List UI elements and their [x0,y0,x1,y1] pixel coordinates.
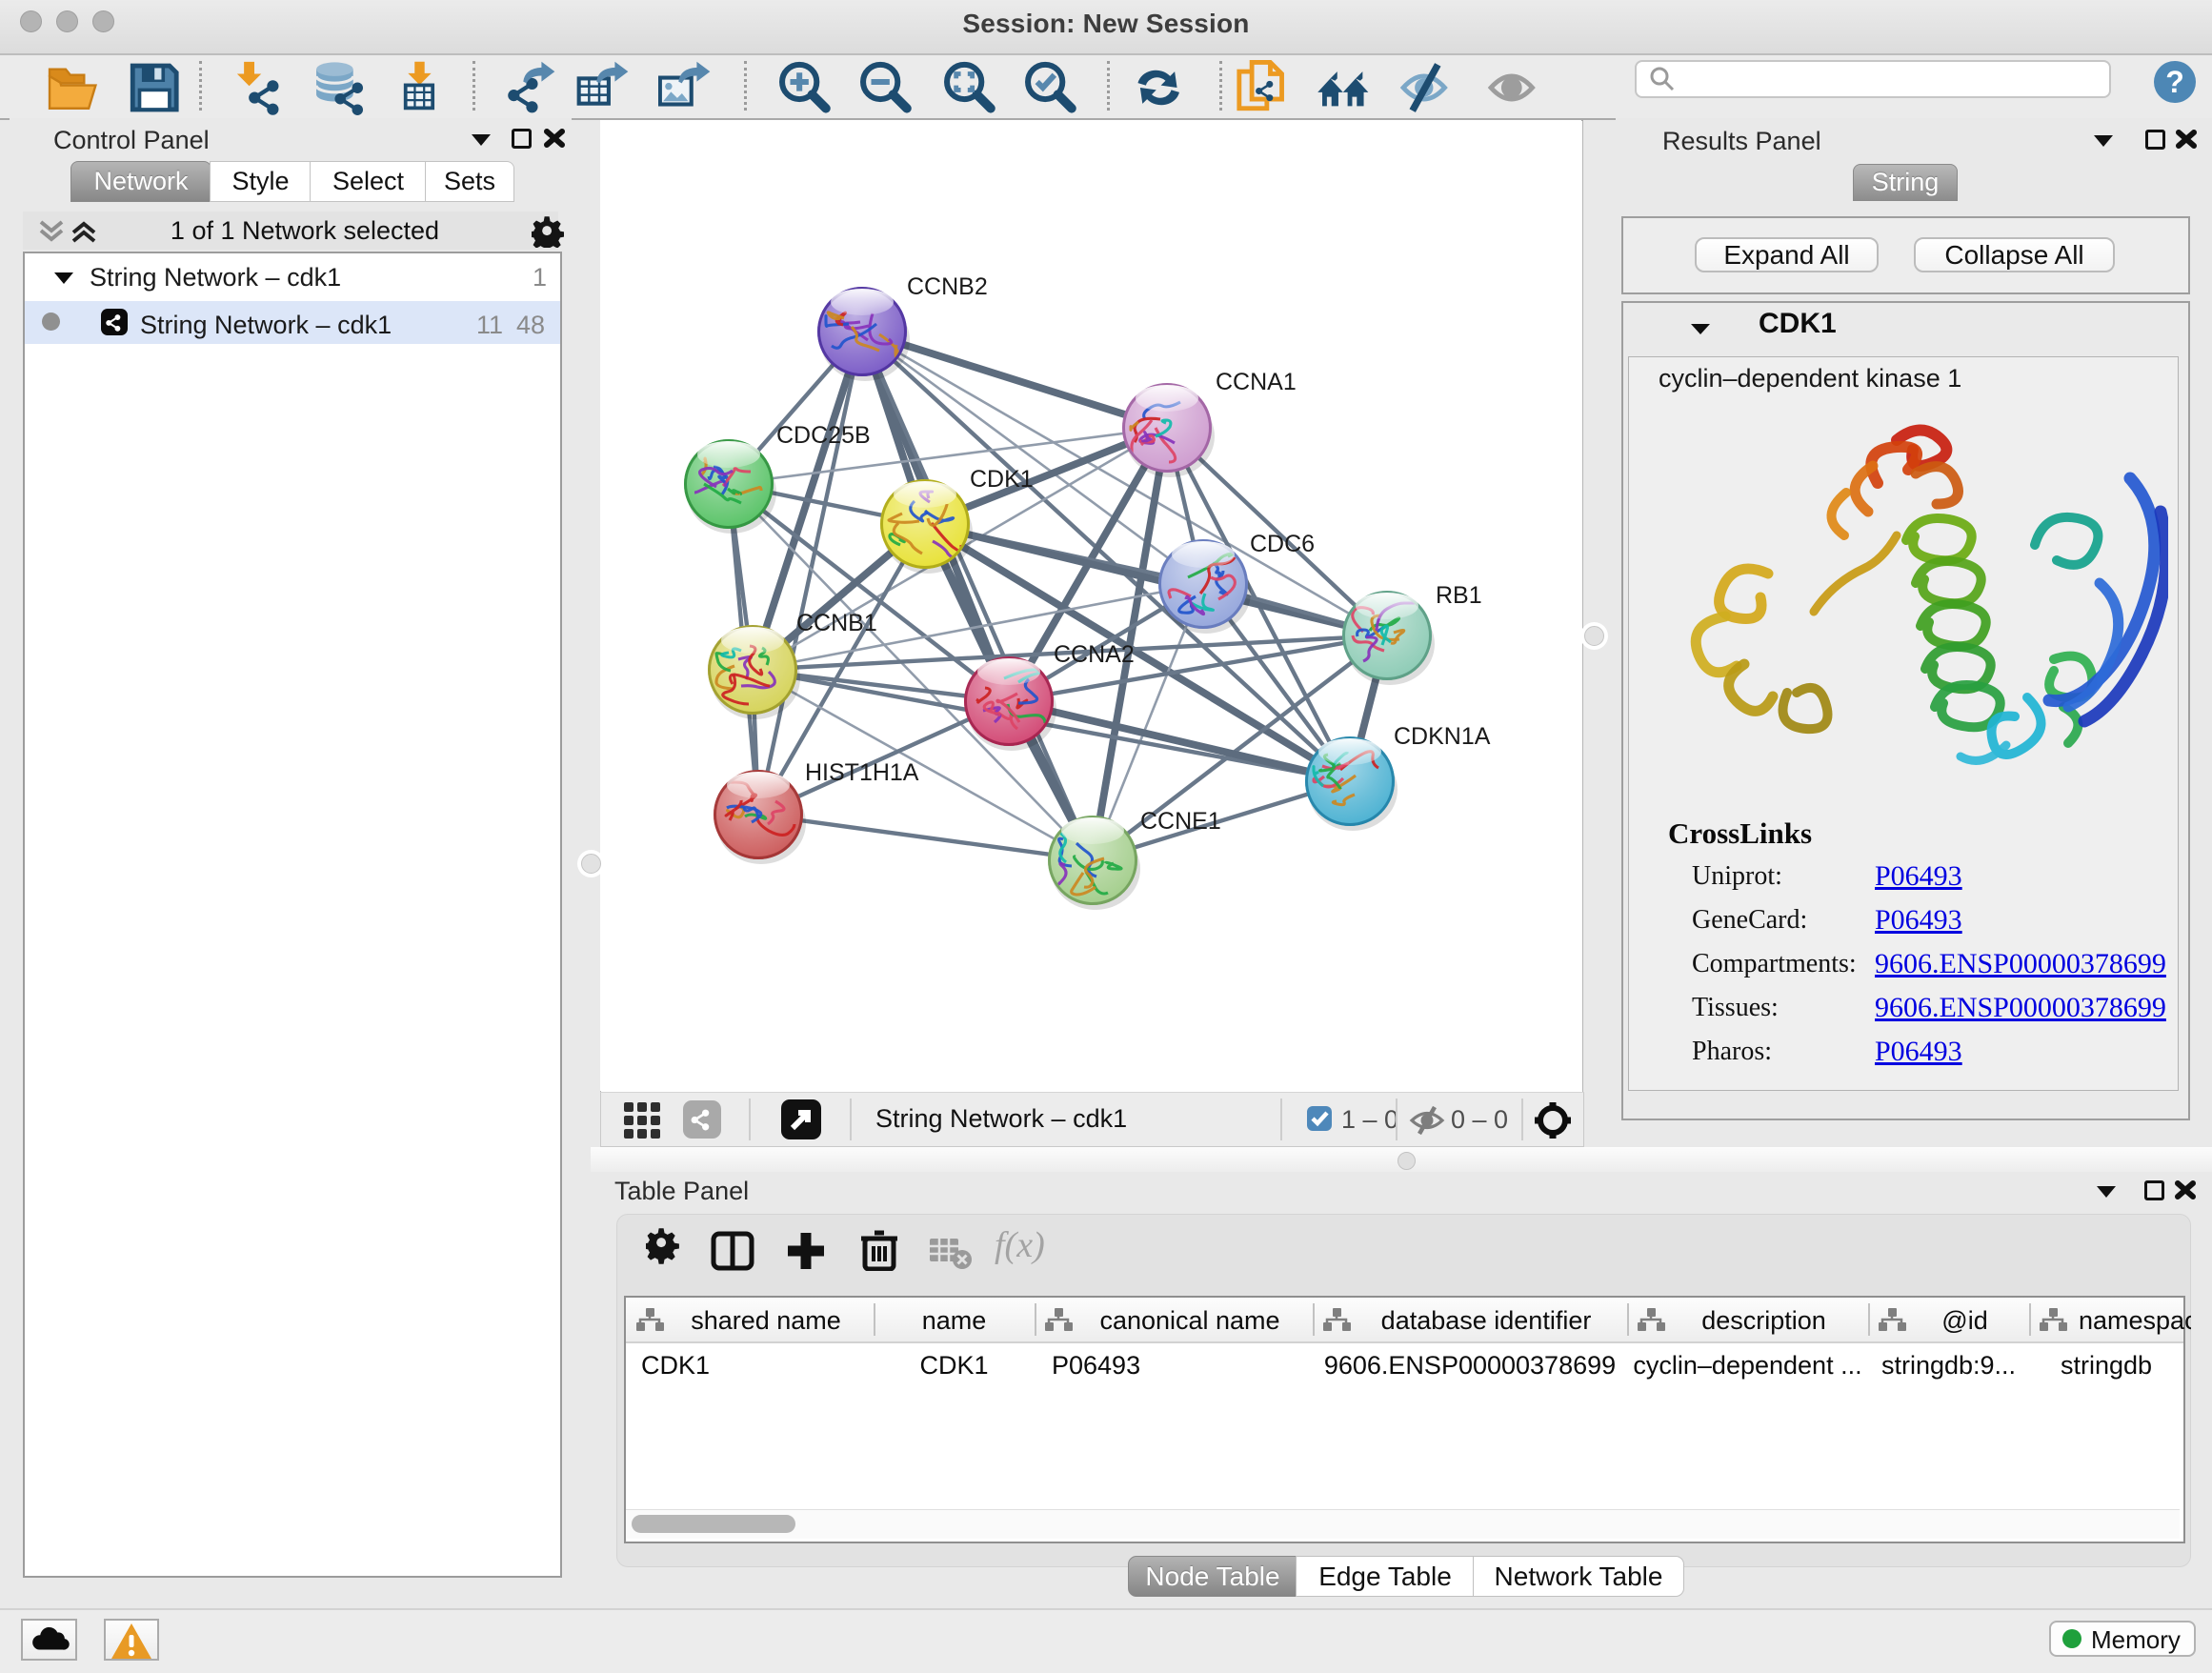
svg-text:CDC25B: CDC25B [776,422,871,449]
svg-text:RB1: RB1 [1436,582,1482,609]
svg-text:CDK1: CDK1 [970,466,1034,493]
svg-text:HIST1H1A: HIST1H1A [805,759,919,786]
svg-text:CCNE1: CCNE1 [1140,808,1221,835]
svg-text:CCNB2: CCNB2 [907,273,988,300]
svg-text:CCNA1: CCNA1 [1216,369,1297,395]
svg-text:CCNA2: CCNA2 [1054,641,1135,668]
svg-text:CCNB1: CCNB1 [796,610,877,636]
svg-text:?: ? [2165,65,2184,99]
svg-text:CDC6: CDC6 [1250,531,1315,557]
svg-text:CDKN1A: CDKN1A [1394,723,1491,750]
